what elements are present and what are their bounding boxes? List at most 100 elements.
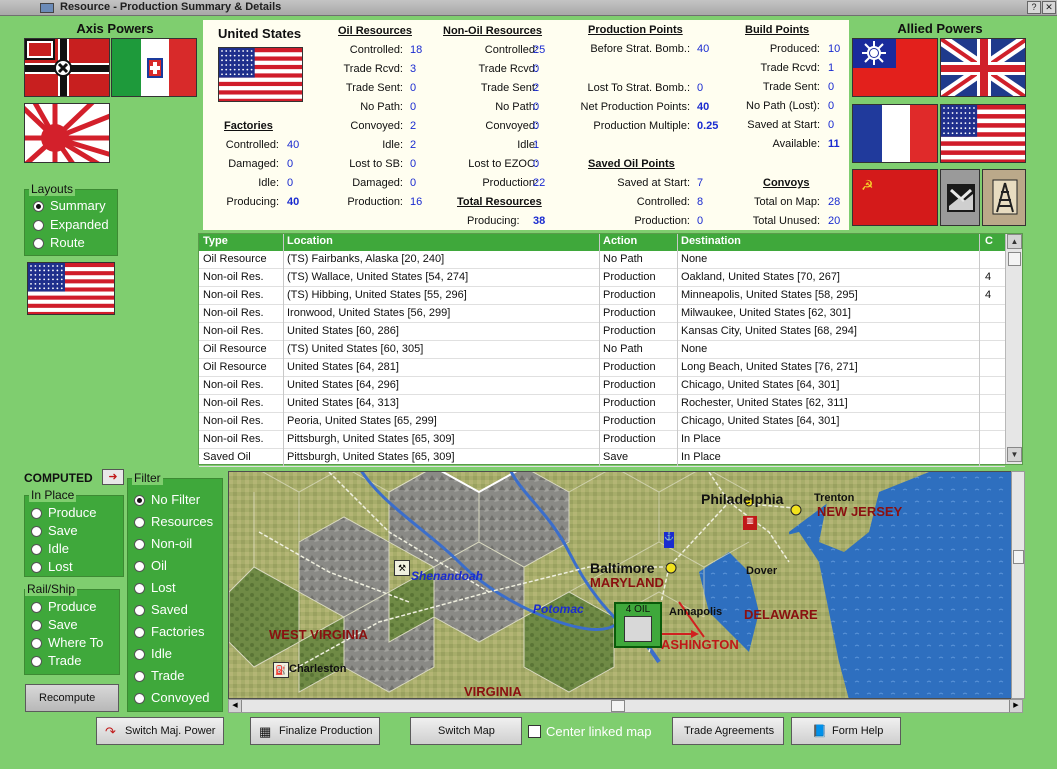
- potomac-label: Potomac: [533, 602, 584, 616]
- radio-icon[interactable]: [134, 517, 145, 528]
- help-icon[interactable]: ?: [1027, 1, 1041, 14]
- scroll-up-icon[interactable]: ▲: [1007, 234, 1022, 249]
- cell-destination: Chicago, United States [64, 301]: [681, 379, 840, 391]
- france-flag[interactable]: [852, 104, 938, 163]
- factory-icon: ▥: [743, 516, 757, 530]
- cell-location: Peoria, United States [65, 299]: [287, 415, 437, 427]
- radio-icon[interactable]: [134, 627, 145, 638]
- in-place-label: In Place: [29, 488, 77, 502]
- radio-icon[interactable]: [33, 238, 44, 249]
- close-icon[interactable]: ✕: [1042, 1, 1056, 14]
- cell-location: (TS) Hibbing, United States [55, 296]: [287, 289, 467, 301]
- cell-type: Non-oil Res.: [203, 379, 264, 391]
- table-row[interactable]: Non-oil Res. United States [60, 286] Produ…: [199, 323, 1005, 341]
- radio-selected-icon[interactable]: [134, 495, 145, 506]
- switch-major-power-button[interactable]: ↷ Switch Maj. Power: [96, 717, 224, 745]
- radio-selected-icon[interactable]: [33, 201, 44, 212]
- col-type[interactable]: Type: [203, 235, 228, 247]
- cell-c: 4: [985, 271, 992, 283]
- radio-icon[interactable]: [134, 561, 145, 572]
- bp-row-value: 1: [828, 62, 835, 74]
- cell-type: Non-oil Res.: [203, 433, 264, 445]
- cell-type: Non-oil Res.: [203, 289, 264, 301]
- ussr-flag[interactable]: ☭: [852, 169, 938, 226]
- radio-icon[interactable]: [134, 693, 145, 704]
- radio-icon[interactable]: [31, 526, 42, 537]
- trade-agreements-button[interactable]: Trade Agreements: [672, 717, 784, 745]
- form-help-button[interactable]: 📘 Form Help: [791, 717, 901, 745]
- radio-icon[interactable]: [31, 656, 42, 667]
- map-view[interactable]: Philadelphia Trenton NEW JERSEY Baltimor…: [228, 471, 1023, 699]
- radio-icon[interactable]: [33, 220, 44, 231]
- table-row[interactable]: Oil Resource United States [64, 281] Produ…: [199, 359, 1005, 377]
- cell-action: No Path: [603, 343, 643, 355]
- convoys-row-value: 28: [828, 196, 841, 208]
- scroll-right-icon[interactable]: ▶: [1009, 700, 1022, 712]
- radio-icon[interactable]: [31, 508, 42, 519]
- table-row[interactable]: Non-oil Res. United States [64, 296] Produ…: [199, 377, 1005, 395]
- radio-icon[interactable]: [31, 620, 42, 631]
- center-linked-map-checkbox[interactable]: [528, 725, 541, 738]
- radio-icon[interactable]: [31, 638, 42, 649]
- radio-icon[interactable]: [31, 544, 42, 555]
- table-row[interactable]: Non-oil Res. (TS) Wallace, United States …: [199, 269, 1005, 287]
- table-row[interactable]: Oil Resource (TS) Fairbanks, Alaska [20, …: [199, 251, 1005, 269]
- radio-icon[interactable]: [134, 583, 145, 594]
- resource-table: Type Location Action Destination C Oil R…: [198, 233, 1023, 467]
- table-row[interactable]: Non-oil Res. Pittsburgh, United States [6…: [199, 431, 1005, 449]
- scroll-left-icon[interactable]: ◀: [229, 700, 242, 712]
- table-row[interactable]: Saved Oil Pittsburgh, United States [65, …: [199, 449, 1005, 467]
- finalize-production-button[interactable]: ▦ Finalize Production: [250, 717, 380, 745]
- table-row[interactable]: Oil Resource (TS) United States [60, 305]…: [199, 341, 1005, 359]
- cell-destination: Kansas City, United States [68, 294]: [681, 325, 857, 337]
- radio-icon[interactable]: [134, 671, 145, 682]
- col-location[interactable]: Location: [287, 235, 333, 247]
- cell-destination: In Place: [681, 451, 721, 463]
- table-row[interactable]: Non-oil Res. Peoria, United States [65, 2…: [199, 413, 1005, 431]
- radio-icon[interactable]: [134, 649, 145, 660]
- japan-flag[interactable]: [24, 103, 110, 163]
- scroll-down-icon[interactable]: ▼: [1007, 447, 1022, 462]
- table-row[interactable]: Non-oil Res. United States [64, 313] Produ…: [199, 395, 1005, 413]
- scroll-thumb[interactable]: [1008, 252, 1021, 266]
- radio-icon[interactable]: [31, 602, 42, 613]
- radio-icon[interactable]: [134, 539, 145, 550]
- table-row[interactable]: Non-oil Res. Ironwood, United States [56,…: [199, 305, 1005, 323]
- map-vertical-scrollbar[interactable]: [1011, 471, 1025, 699]
- title-bar[interactable]: Resource - Production Summary & Details …: [0, 0, 1057, 16]
- bp-row-label: Produced:: [769, 43, 820, 55]
- map-horizontal-scrollbar[interactable]: ◀ ▶: [228, 699, 1023, 713]
- map-scroll-thumb[interactable]: [611, 700, 625, 712]
- cell-c: 4: [985, 289, 992, 301]
- cell-destination: None: [681, 253, 708, 265]
- delaware-label: DELAWARE: [744, 607, 818, 622]
- col-c[interactable]: C: [985, 235, 993, 247]
- cell-action: Production: [603, 397, 656, 409]
- table-scrollbar[interactable]: ▲ ▼: [1005, 234, 1022, 464]
- recompute-button[interactable]: Recompute: [25, 684, 119, 712]
- col-action[interactable]: Action: [603, 235, 637, 247]
- oil-counter[interactable]: 4 OIL: [614, 602, 662, 648]
- col-destination[interactable]: Destination: [681, 235, 741, 247]
- china-flag[interactable]: [852, 38, 938, 97]
- minerals-icon[interactable]: [940, 169, 980, 226]
- uk-flag[interactable]: [940, 38, 1026, 97]
- switch-map-button[interactable]: Switch Map: [410, 717, 522, 745]
- oil-derrick-icon[interactable]: [982, 169, 1026, 226]
- saved-oil-heading: Saved Oil Points: [588, 158, 675, 170]
- bp-row-value: 11: [828, 138, 840, 150]
- radio-icon[interactable]: [31, 562, 42, 573]
- cell-type: Saved Oil: [203, 451, 251, 463]
- trenton-label: Trenton: [814, 492, 855, 504]
- map-vscroll-thumb[interactable]: [1013, 550, 1024, 564]
- radio-icon[interactable]: [134, 605, 145, 616]
- computed-arrow-icon[interactable]: ➜: [102, 469, 124, 485]
- rail-ship-option-label: Save: [48, 617, 78, 632]
- convoys-row-label: Total on Map:: [753, 196, 820, 208]
- filter-group: Filter No Filter Resources Non-oil Oil Lost S…: [127, 471, 223, 712]
- table-row[interactable]: Non-oil Res. (TS) Hibbing, United States …: [199, 287, 1005, 305]
- usa-flag[interactable]: [940, 104, 1026, 163]
- bp-row-label: Trade Rcvd:: [760, 62, 820, 74]
- italy-flag[interactable]: [111, 38, 197, 97]
- germany-flag[interactable]: [24, 38, 110, 97]
